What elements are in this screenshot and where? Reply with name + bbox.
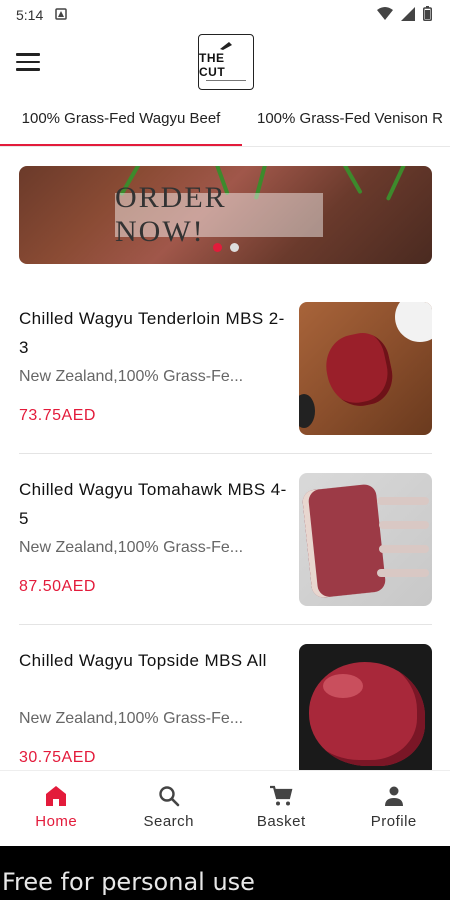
search-icon <box>159 786 180 807</box>
product-price: 73.75AED <box>19 407 96 424</box>
nav-home[interactable]: Home <box>0 771 113 847</box>
status-bar: 5:14 <box>0 0 450 30</box>
tomahawk-photo <box>299 473 432 606</box>
tab-wagyu-beef[interactable]: 100% Grass-Fed Wagyu Beef <box>0 98 242 146</box>
nav-search-label: Search <box>143 813 195 830</box>
product-card[interactable]: Chilled Wagyu Topside MBS All New Zealan… <box>19 644 432 778</box>
product-price: 30.75AED <box>19 749 96 766</box>
nav-profile-label: Profile <box>370 813 417 830</box>
category-tabs: 100% Grass-Fed Wagyu Beef 100% Grass-Fed… <box>0 98 450 147</box>
banner-title: ORDER NOW! <box>115 181 227 248</box>
signal-icon <box>401 6 415 24</box>
product-name: Chilled Wagyu Tomahawk MBS 4-5 <box>19 480 287 528</box>
divider <box>19 453 432 454</box>
product-origin: New Zealand,100% Grass-Fe... <box>19 368 244 385</box>
nav-profile[interactable]: Profile <box>338 771 450 847</box>
battery-icon <box>423 6 432 24</box>
carousel-indicator <box>19 243 432 252</box>
cleaver-icon <box>220 42 232 50</box>
notification-icon <box>55 7 67 23</box>
cart-icon <box>270 785 293 806</box>
tenderloin-photo <box>299 302 432 435</box>
product-price: 87.50AED <box>19 578 96 595</box>
carousel-dot-active[interactable] <box>212 243 222 252</box>
person-icon <box>384 786 403 806</box>
nav-home-label: Home <box>35 813 78 830</box>
logo-text: THE CUT <box>199 51 226 79</box>
menu-button[interactable] <box>16 50 40 71</box>
tab-venison[interactable]: 100% Grass-Fed Venison R <box>257 98 443 144</box>
product-card[interactable]: Chilled Wagyu Tomahawk MBS 4-5 New Zeala… <box>19 473 432 607</box>
promo-banner[interactable]: ORDER NOW! <box>19 166 432 264</box>
app-bar: THE CUT <box>0 30 450 98</box>
nav-basket-label: Basket <box>256 813 306 830</box>
hamburger-icon <box>16 53 40 56</box>
watermark-text: Free for personal use <box>0 846 450 900</box>
product-card[interactable]: Chilled Wagyu Tenderloin MBS 2-3 New Zea… <box>19 302 432 436</box>
nav-basket[interactable]: Basket <box>225 771 338 847</box>
product-name: Chilled Wagyu Tenderloin MBS 2-3 <box>19 309 285 357</box>
status-time: 5:14 <box>16 7 44 23</box>
logo: THE CUT <box>194 30 258 94</box>
topside-photo <box>299 644 432 777</box>
product-origin: New Zealand,100% Grass-Fe... <box>19 710 244 727</box>
product-origin: New Zealand,100% Grass-Fe... <box>19 539 244 556</box>
home-icon <box>46 786 67 806</box>
product-name: Chilled Wagyu Topside MBS All <box>19 651 267 670</box>
wifi-icon <box>377 6 393 24</box>
divider <box>19 624 432 625</box>
bottom-navigation: Home Search Basket Profile <box>0 770 450 847</box>
carousel-dot[interactable] <box>229 243 239 252</box>
nav-search[interactable]: Search <box>113 771 226 847</box>
